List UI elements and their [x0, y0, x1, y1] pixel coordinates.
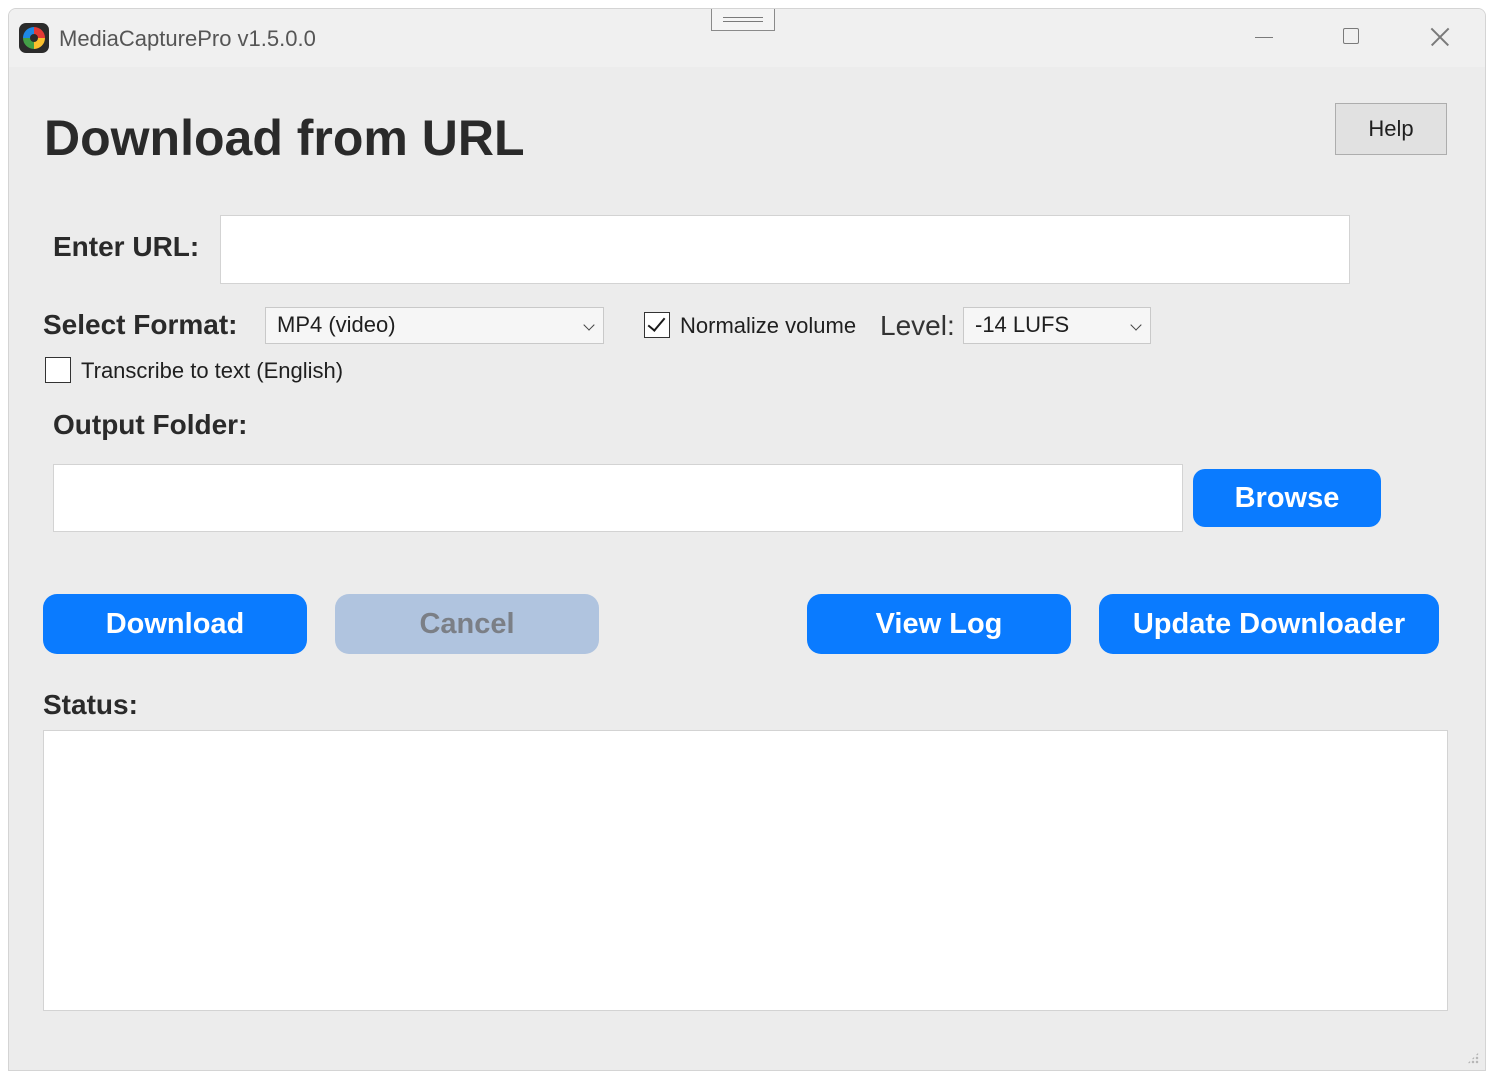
cancel-button[interactable]: Cancel	[335, 594, 599, 654]
browse-button[interactable]: Browse	[1193, 469, 1381, 527]
minimize-icon[interactable]	[1247, 21, 1283, 53]
status-textarea[interactable]	[43, 730, 1448, 1011]
title-bar[interactable]: MediaCapturePro v1.5.0.0	[9, 9, 1485, 67]
format-label: Select Format:	[43, 309, 238, 340]
update-downloader-button[interactable]: Update Downloader	[1099, 594, 1439, 654]
page-title: Download from URL	[44, 110, 525, 166]
transcribe-checkbox[interactable]	[45, 357, 71, 383]
output-folder-input[interactable]	[53, 464, 1183, 532]
status-label: Status:	[43, 689, 138, 720]
resize-grip-icon[interactable]	[1467, 1052, 1479, 1064]
normalize-volume-label[interactable]: Normalize volume	[680, 313, 856, 339]
url-label: Enter URL:	[53, 231, 200, 262]
snap-layout-handle[interactable]	[711, 9, 775, 31]
level-label: Level:	[880, 310, 955, 341]
help-button[interactable]: Help	[1335, 103, 1447, 155]
maximize-icon[interactable]	[1334, 21, 1370, 53]
app-logo-icon	[19, 23, 49, 53]
chevron-down-icon	[583, 319, 595, 331]
normalize-volume-checkbox[interactable]	[644, 312, 670, 338]
format-select[interactable]: MP4 (video)	[265, 307, 604, 344]
level-select-value: -14 LUFS	[975, 312, 1070, 337]
app-window: MediaCapturePro v1.5.0.0 Download from U…	[8, 8, 1486, 1071]
url-input[interactable]	[220, 215, 1350, 284]
download-button[interactable]: Download	[43, 594, 307, 654]
format-select-value: MP4 (video)	[277, 312, 396, 337]
chevron-down-icon	[1130, 319, 1142, 331]
view-log-button[interactable]: View Log	[807, 594, 1071, 654]
level-select[interactable]: -14 LUFS	[963, 307, 1151, 344]
output-folder-label: Output Folder:	[53, 409, 248, 440]
close-icon[interactable]	[1422, 21, 1458, 53]
transcribe-label[interactable]: Transcribe to text (English)	[81, 358, 343, 384]
window-title: MediaCapturePro v1.5.0.0	[59, 26, 316, 51]
